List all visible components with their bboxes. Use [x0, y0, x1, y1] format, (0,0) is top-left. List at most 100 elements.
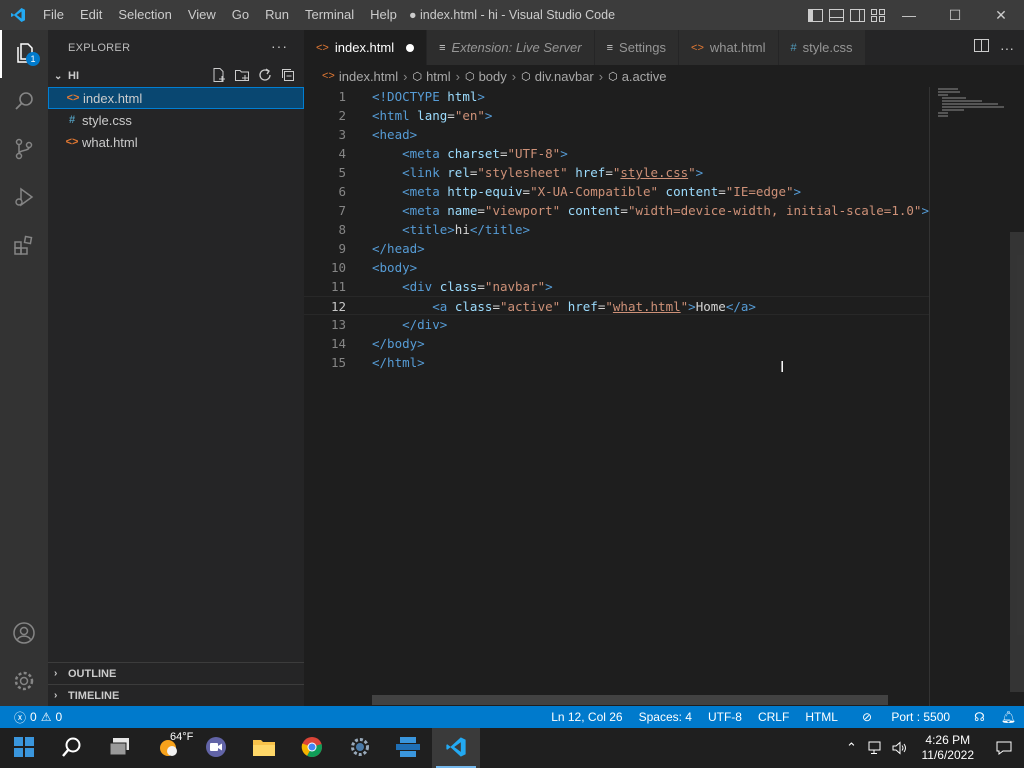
taskbar-video-app[interactable]: [192, 728, 240, 768]
breadcrumb-item[interactable]: body: [479, 69, 507, 84]
weather-temperature: 64°F: [170, 731, 194, 743]
minimize-button[interactable]: —: [886, 0, 932, 30]
video-call-icon: [205, 736, 227, 761]
taskbar-network-app[interactable]: [384, 728, 432, 768]
notifications-bell-icon[interactable]: 🔔︎: [993, 710, 1024, 724]
collapse-all-icon[interactable]: [280, 67, 296, 83]
code-text: <a class="active" href="what.html">Home<…: [432, 299, 756, 314]
code-text: <head>: [372, 127, 418, 142]
explorer-activity[interactable]: 1: [0, 30, 48, 78]
code-text: <link rel="stylesheet" href="style.css">: [402, 165, 704, 180]
system-clock[interactable]: 4:26 PM 11/6/2022: [912, 733, 985, 763]
breadcrumb-item[interactable]: index.html: [339, 69, 398, 84]
run-debug-icon: [12, 185, 36, 212]
network-icon[interactable]: [864, 728, 888, 768]
folder-hi[interactable]: ⌄ HI: [48, 65, 304, 87]
menu-terminal[interactable]: Terminal: [297, 0, 362, 30]
cursor-position[interactable]: Ln 12, Col 26: [543, 710, 630, 724]
tab-extension-live-server[interactable]: ≡ Extension: Live Server: [427, 30, 595, 65]
weather-widget[interactable]: 64°F: [144, 728, 194, 768]
breadcrumb-item[interactable]: div.navbar: [535, 69, 594, 84]
accounts-activity[interactable]: [0, 610, 48, 658]
gear-icon: [349, 736, 371, 761]
source-control-activity[interactable]: [0, 126, 48, 174]
timeline-section[interactable]: › TIMELINE: [48, 684, 304, 706]
menu-help[interactable]: Help: [362, 0, 405, 30]
menu-run[interactable]: Run: [257, 0, 297, 30]
chevron-down-icon: ⌄: [54, 70, 63, 82]
tab-what-html[interactable]: <> what.html: [679, 30, 779, 65]
menu-view[interactable]: View: [180, 0, 224, 30]
line-number: 7: [338, 203, 346, 218]
outline-section[interactable]: › OUTLINE: [48, 662, 304, 684]
code-line: 5 <link rel="stylesheet" href="style.css…: [304, 163, 929, 182]
taskbar-file-explorer[interactable]: [240, 728, 288, 768]
code-editor[interactable]: 1 <!DOCTYPE html> 2 <html lang="en"> 3 <hea…: [304, 87, 929, 707]
timeline-label: TIMELINE: [68, 689, 120, 702]
vertical-scrollbar[interactable]: [1010, 87, 1024, 707]
editor-area: <> index.html ≡ Extension: Live Server ≡…: [304, 30, 1024, 707]
search-activity[interactable]: [0, 78, 48, 126]
manage-activity[interactable]: [0, 658, 48, 706]
code-text: <meta http-equiv="X-UA-Compatible" conte…: [402, 184, 802, 199]
tab-index-html[interactable]: <> index.html: [304, 30, 428, 65]
extensions-activity[interactable]: [0, 222, 48, 270]
symbol-element-icon: ⬡: [412, 70, 423, 83]
taskbar-chrome[interactable]: [288, 728, 336, 768]
code-line: 13 </div>: [304, 315, 929, 334]
tab-settings[interactable]: ≡ Settings: [594, 30, 680, 65]
html-file-icon: <>: [66, 92, 80, 104]
indentation[interactable]: Spaces: 4: [631, 710, 700, 724]
menu-selection[interactable]: Selection: [110, 0, 179, 30]
minimap[interactable]: [929, 87, 1009, 707]
live-server-port[interactable]: ⊘ Port : 5500: [846, 710, 966, 724]
toggle-primary-sidebar-icon[interactable]: [808, 8, 823, 22]
maximize-button[interactable]: ☐: [932, 0, 978, 30]
taskbar-vscode[interactable]: [432, 728, 480, 768]
close-button[interactable]: ✕: [978, 0, 1024, 30]
new-folder-icon[interactable]: [234, 67, 250, 83]
run-debug-activity[interactable]: [0, 174, 48, 222]
task-view-button[interactable]: [96, 728, 144, 768]
unsaved-dot-icon[interactable]: [406, 43, 415, 52]
code-line: 2 <html lang="en">: [304, 106, 929, 125]
file-index-html[interactable]: <> index.html: [48, 87, 304, 109]
customize-layout-icon[interactable]: [871, 8, 886, 22]
explorer-more-actions-icon[interactable]: ···: [271, 38, 288, 54]
feedback-icon[interactable]: ☊: [966, 710, 993, 724]
notifications-icon[interactable]: [984, 728, 1024, 768]
encoding[interactable]: UTF-8: [700, 710, 750, 724]
menu-go[interactable]: Go: [224, 0, 257, 30]
title-bar: File Edit Selection View Go Run Terminal…: [0, 0, 1024, 30]
account-icon: [12, 621, 36, 648]
tab-style-css[interactable]: # style.css: [778, 30, 866, 65]
more-actions-icon[interactable]: ···: [1000, 40, 1014, 56]
horizontal-scrollbar[interactable]: [372, 695, 888, 705]
end-of-line[interactable]: CRLF: [750, 710, 797, 724]
breadcrumb-item[interactable]: a.active: [622, 69, 667, 84]
chevron-up-icon[interactable]: ⌃: [840, 728, 864, 768]
breadcrumb-item[interactable]: html: [426, 69, 451, 84]
folder-icon: [252, 737, 276, 760]
taskbar-settings[interactable]: [336, 728, 384, 768]
toggle-panel-icon[interactable]: [829, 8, 844, 22]
new-file-icon[interactable]: [211, 67, 227, 83]
windows-taskbar: 64°F ⌃ 4:26 PM 11/6/2022: [0, 728, 1024, 768]
volume-icon[interactable]: [888, 728, 912, 768]
language-mode[interactable]: HTML: [797, 710, 846, 724]
code-line: 3 <head>: [304, 125, 929, 144]
code-line: 14 </body>: [304, 334, 929, 353]
problems-status[interactable]: ⓧ 0 ⚠ 0: [0, 709, 62, 726]
refresh-icon[interactable]: [257, 67, 273, 83]
html-file-icon: <>: [691, 41, 704, 54]
toggle-secondary-sidebar-icon[interactable]: [850, 8, 865, 22]
start-button[interactable]: [0, 728, 48, 768]
file-style-css[interactable]: # style.css: [48, 109, 304, 131]
file-what-html[interactable]: <> what.html: [48, 131, 304, 153]
menu-file[interactable]: File: [35, 0, 72, 30]
editor-actions: ···: [964, 30, 1024, 65]
menu-edit[interactable]: Edit: [72, 0, 110, 30]
taskbar-search-button[interactable]: [48, 728, 96, 768]
split-editor-icon[interactable]: [974, 39, 990, 56]
scrollbar-thumb[interactable]: [1010, 232, 1024, 692]
